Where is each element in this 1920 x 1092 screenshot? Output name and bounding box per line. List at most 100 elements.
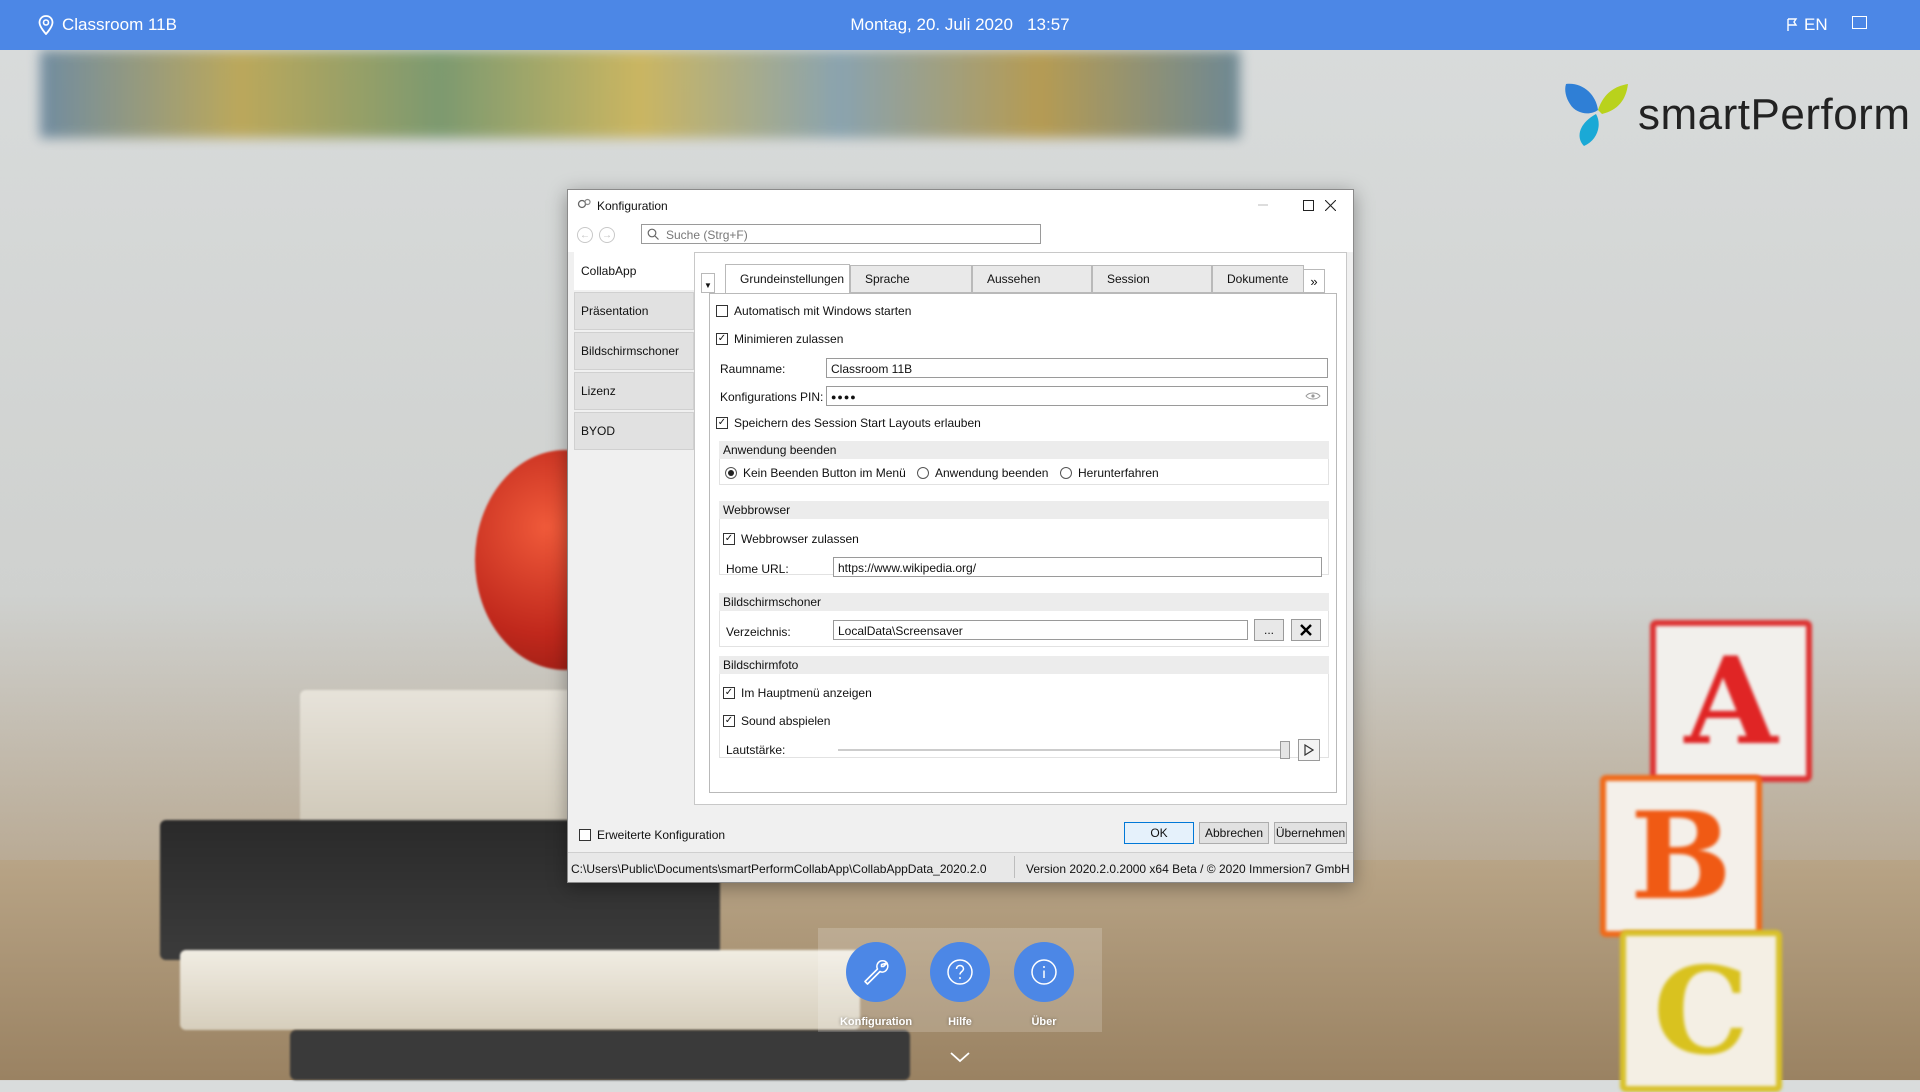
sound-checkbox[interactable]: ✓ <box>723 715 735 727</box>
pin-field[interactable]: ●●●● <box>826 386 1328 406</box>
dock-item-help[interactable]: Hilfe <box>925 942 995 1028</box>
room-indicator[interactable]: Classroom 11B <box>38 0 177 50</box>
forward-arrow-icon[interactable]: → <box>599 227 615 243</box>
advanced-config-row[interactable]: Erweiterte Konfiguration <box>579 828 725 842</box>
cancel-button[interactable]: Abbrechen <box>1199 822 1269 844</box>
dock-item-configuration[interactable]: Konfiguration <box>840 942 912 1028</box>
show-menu-row[interactable]: ✓ Im Hauptmenü anzeigen <box>723 686 872 700</box>
tab-sprache[interactable]: Sprache <box>850 265 972 293</box>
show-menu-checkbox[interactable]: ✓ <box>723 687 735 699</box>
nav-item-label: Präsentation <box>581 304 649 318</box>
screen-icon[interactable] <box>1852 16 1867 29</box>
quit-option-none[interactable]: Kein Beenden Button im Menü <box>725 466 906 480</box>
minimize-button[interactable] <box>1240 190 1286 220</box>
apply-label: Übernehmen <box>1275 826 1346 840</box>
double-chevron-right-icon: » <box>1310 273 1318 289</box>
nav-item-praesentation[interactable]: Präsentation <box>574 292 694 330</box>
dialog-title: Konfiguration <box>597 199 668 213</box>
butterfly-logo-icon <box>1565 83 1628 146</box>
sound-label: Sound abspielen <box>741 714 831 728</box>
settings-icon <box>577 198 591 209</box>
ok-label: OK <box>1150 826 1168 840</box>
time-text: 13:57 <box>1027 15 1070 34</box>
background-block-b: B <box>1600 775 1762 937</box>
close-icon <box>1324 199 1336 211</box>
home-url-field[interactable]: https://www.wikipedia.org/ <box>833 557 1322 577</box>
advanced-config-label: Erweiterte Konfiguration <box>597 828 726 842</box>
nav-item-byod[interactable]: BYOD <box>574 412 694 450</box>
search-box[interactable] <box>641 224 1041 244</box>
tab-dropdown-button[interactable]: ▼ <box>701 273 715 293</box>
cancel-label: Abbrechen <box>1204 826 1264 840</box>
quit-option-label: Kein Beenden Button im Menü <box>743 466 906 480</box>
ok-button[interactable]: OK <box>1124 822 1194 844</box>
wrench-icon <box>864 959 889 985</box>
volume-slider-track[interactable] <box>838 749 1288 751</box>
autostart-checkbox[interactable] <box>716 305 728 317</box>
quit-option-none-radio[interactable] <box>725 467 737 479</box>
dialog-titlebar[interactable]: Konfiguration <box>568 190 1353 220</box>
status-bar: C:\Users\Public\Documents\smartPerformCo… <box>568 852 1353 882</box>
minimize-checkbox[interactable]: ✓ <box>716 333 728 345</box>
tab-dokumente[interactable]: Dokumente <box>1212 265 1304 293</box>
date-time: Montag, 20. Juli 2020 13:57 <box>0 15 1920 35</box>
advanced-config-checkbox[interactable] <box>579 829 591 841</box>
clear-directory-button[interactable] <box>1291 619 1321 641</box>
save-layout-checkbox[interactable]: ✓ <box>716 417 728 429</box>
volume-slider-thumb[interactable] <box>1280 741 1290 759</box>
screensaver-section-title: Bildschirmschoner <box>723 595 822 609</box>
dock-button[interactable] <box>930 942 990 1002</box>
play-icon <box>1304 744 1314 756</box>
location-pin-icon <box>38 15 54 35</box>
tab-more-button[interactable]: » <box>1303 269 1325 293</box>
tab-session[interactable]: Session <box>1092 265 1212 293</box>
nav-item-collabapp[interactable]: CollabApp <box>574 252 694 290</box>
room-name-field[interactable]: Classroom 11B <box>826 358 1328 378</box>
minimize-icon <box>1258 204 1268 206</box>
dock-item-about[interactable]: Über <box>1009 942 1079 1028</box>
tab-grundeinstellungen[interactable]: Grundeinstellungen <box>725 264 850 294</box>
nav-item-label: CollabApp <box>581 264 637 278</box>
nav-item-lizenz[interactable]: Lizenz <box>574 372 694 410</box>
search-input[interactable] <box>664 226 1038 244</box>
web-allow-row[interactable]: ✓ Webbrowser zulassen <box>723 532 859 546</box>
brand-logo: smartPerform <box>1562 80 1910 150</box>
nav-item-bildschirmschoner[interactable]: Bildschirmschoner <box>574 332 694 370</box>
web-section-title: Webbrowser <box>723 503 791 517</box>
quit-option-shutdown-radio[interactable] <box>1060 467 1072 479</box>
tab-aussehen[interactable]: Aussehen <box>972 265 1092 293</box>
nav-item-label: Lizenz <box>581 384 616 398</box>
date-text: Montag, 20. Juli 2020 <box>850 15 1013 34</box>
room-name: Classroom 11B <box>62 15 177 34</box>
language-switch[interactable]: EN <box>1786 0 1828 50</box>
eye-icon[interactable] <box>1305 392 1321 400</box>
back-arrow-icon[interactable]: ← <box>577 227 593 243</box>
nav-item-label: BYOD <box>581 424 616 438</box>
dock-button[interactable] <box>1014 942 1074 1002</box>
chevron-down-icon[interactable] <box>948 1050 972 1064</box>
version-text: Version 2020.2.0.2000 x64 Beta / © 2020 … <box>1026 862 1350 876</box>
background-painting <box>40 50 1240 138</box>
show-menu-label: Im Hauptmenü anzeigen <box>741 686 872 700</box>
tab-label: Sprache <box>865 272 910 286</box>
logo-text: smartPerform <box>1638 90 1911 139</box>
quit-section-header: Anwendung beenden <box>719 441 1329 459</box>
web-allow-checkbox[interactable]: ✓ <box>723 533 735 545</box>
quit-option-exit[interactable]: Anwendung beenden <box>917 466 1048 480</box>
directory-field[interactable]: LocalData\Screensaver <box>833 620 1248 640</box>
minimize-row[interactable]: ✓ Minimieren zulassen <box>716 332 843 346</box>
screenshot-section-header: Bildschirmfoto <box>719 656 1329 674</box>
save-layout-row[interactable]: ✓ Speichern des Session Start Layouts er… <box>716 416 981 430</box>
browse-label: ... <box>1263 623 1274 637</box>
browse-button[interactable]: ... <box>1254 619 1284 641</box>
apply-button[interactable]: Übernehmen <box>1274 822 1347 844</box>
autostart-row[interactable]: Automatisch mit Windows starten <box>716 304 911 318</box>
play-sound-button[interactable] <box>1298 739 1320 761</box>
quit-option-shutdown[interactable]: Herunterfahren <box>1060 466 1159 480</box>
chevron-down-icon: ▼ <box>704 281 712 290</box>
background-book <box>180 950 860 1030</box>
sound-row[interactable]: ✓ Sound abspielen <box>723 714 830 728</box>
close-button[interactable] <box>1307 190 1353 220</box>
quit-option-exit-radio[interactable] <box>917 467 929 479</box>
dock-button[interactable] <box>846 942 906 1002</box>
